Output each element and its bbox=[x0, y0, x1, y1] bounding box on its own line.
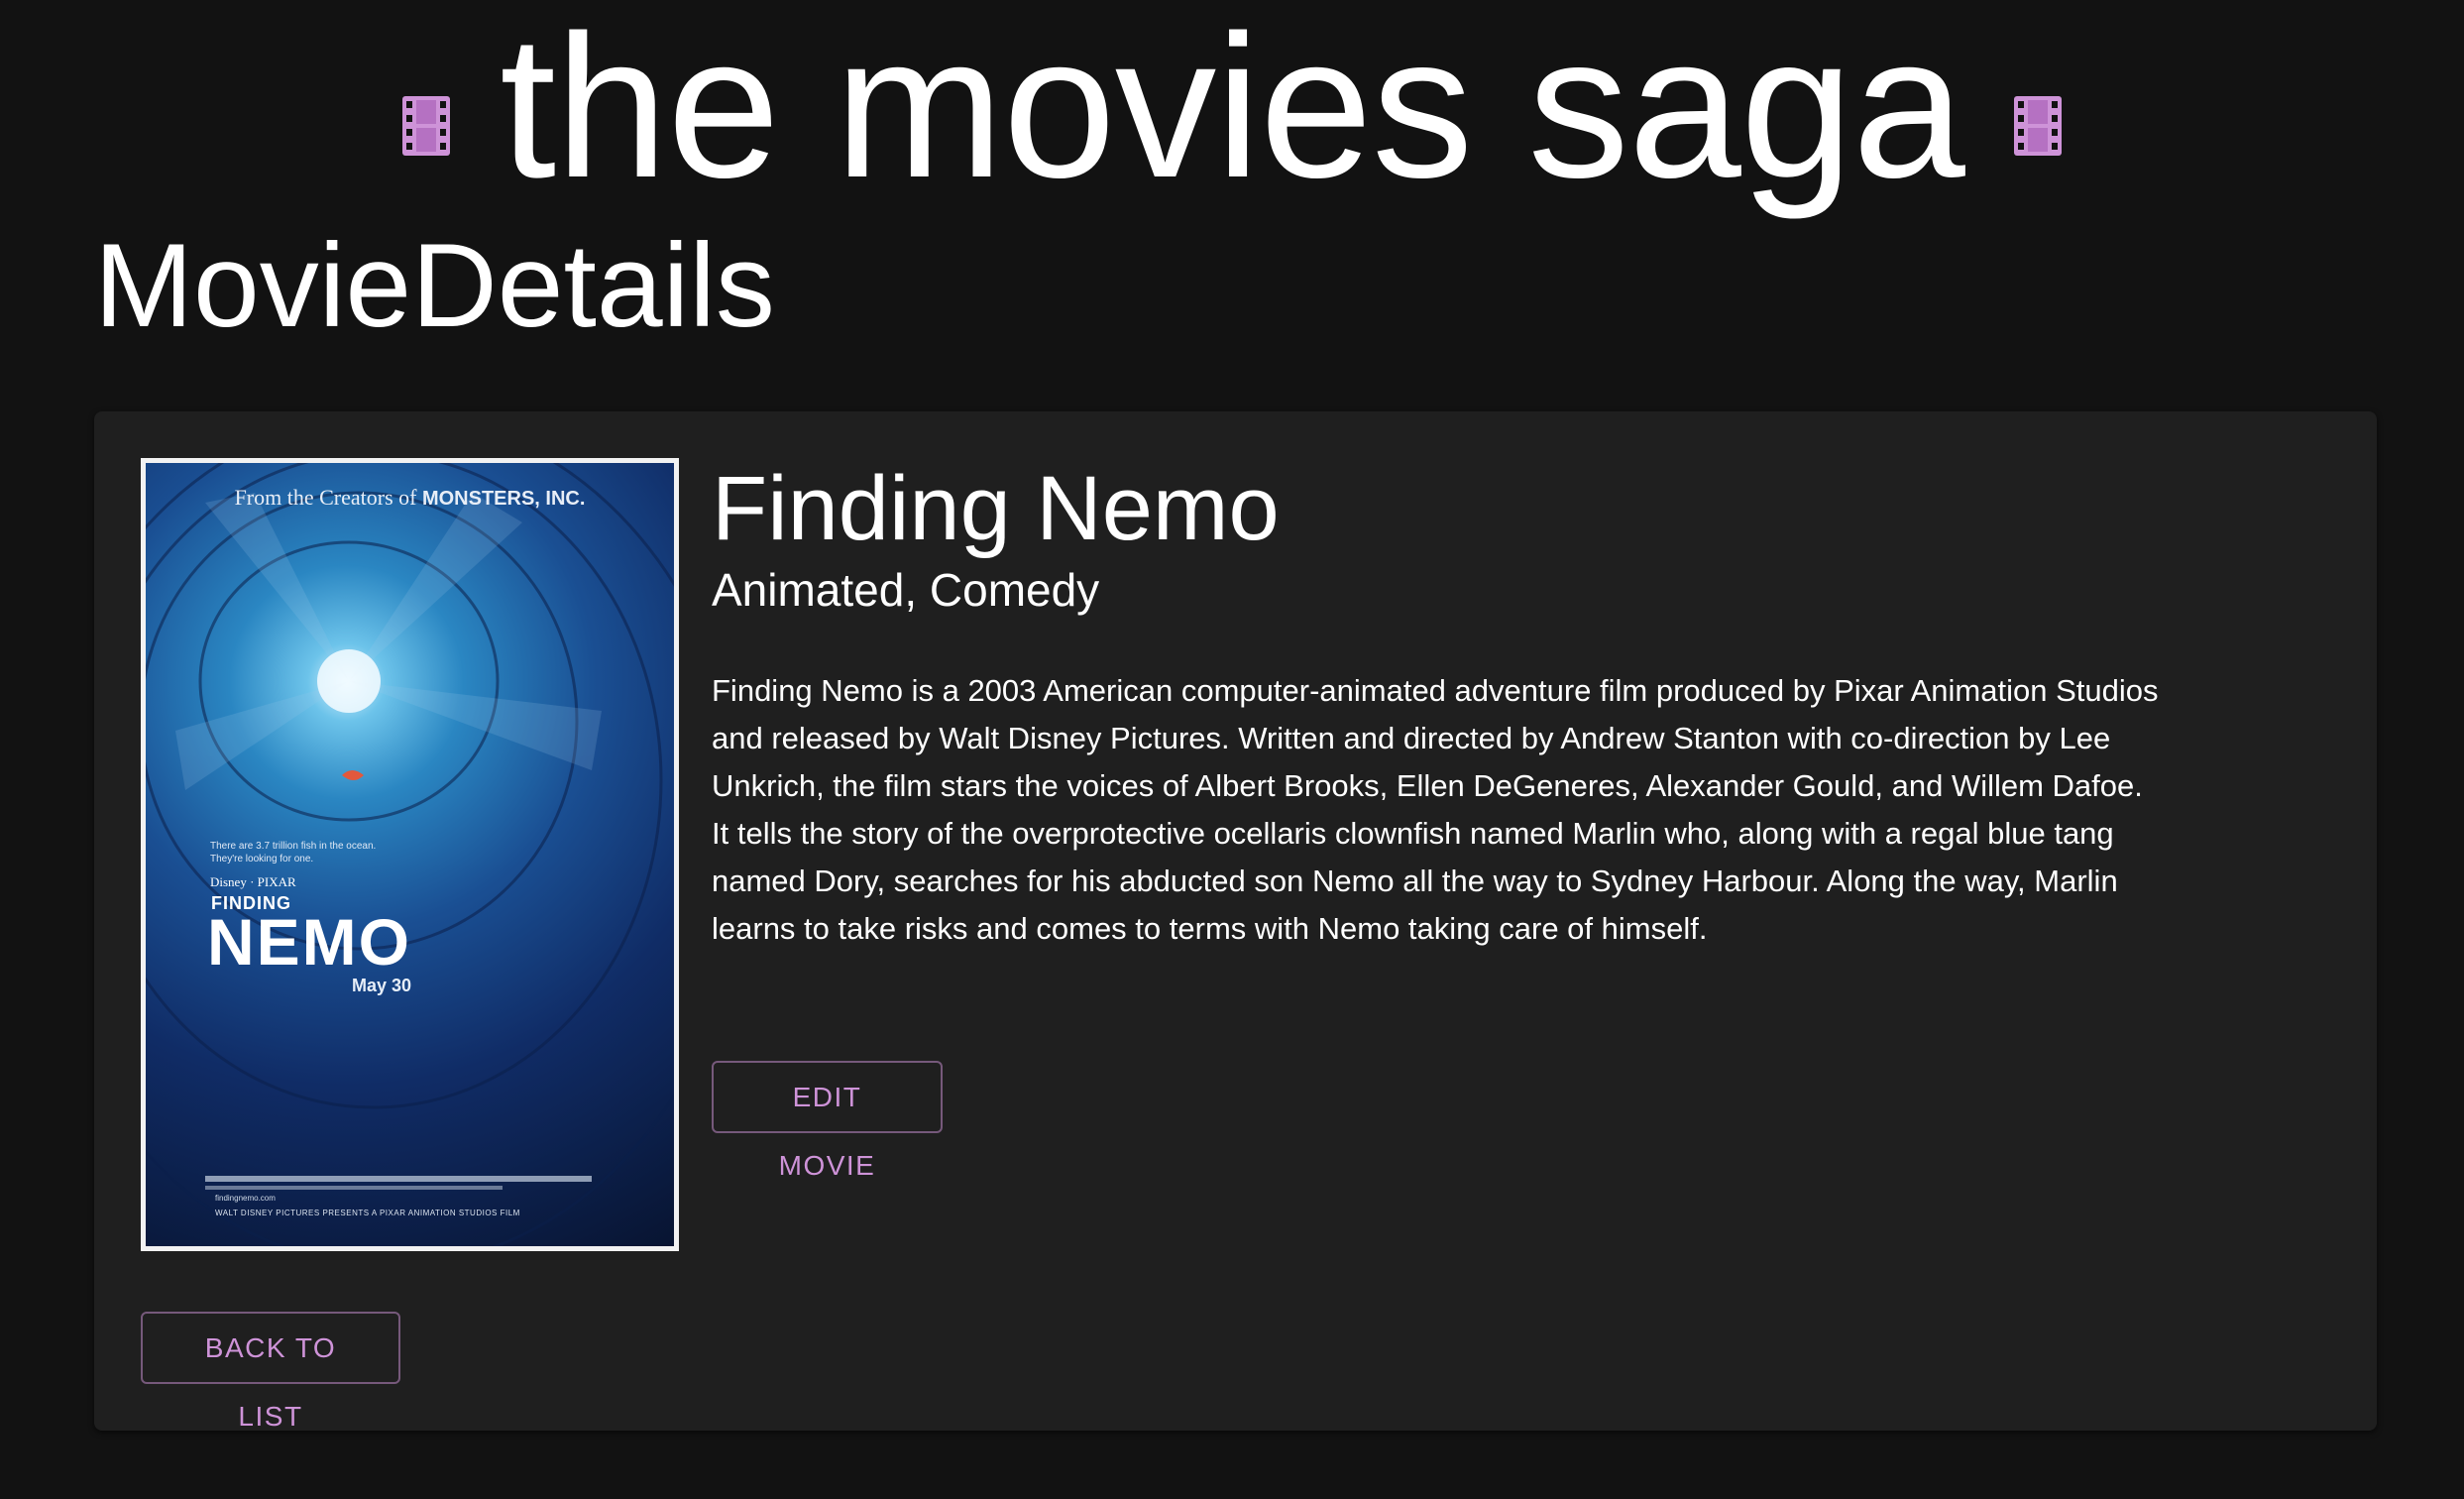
back-to-list-button[interactable]: BACK TO LIST bbox=[141, 1312, 400, 1432]
movie-details-card: From the Creators of MONSTERS, INC. Ther… bbox=[94, 411, 2377, 1432]
movie-poster: From the Creators of MONSTERS, INC. Ther… bbox=[141, 458, 679, 1251]
film-icon bbox=[402, 95, 451, 156]
site-header: the movies saga bbox=[0, 0, 2464, 213]
movie-title: Finding Nemo bbox=[712, 458, 1280, 559]
film-icon bbox=[2013, 95, 2062, 156]
poster-url: findingnemo.com bbox=[215, 1194, 276, 1203]
page-title: MovieDetails bbox=[94, 219, 775, 352]
site-title[interactable]: the movies saga bbox=[500, 5, 1965, 208]
movie-description: Finding Nemo is a 2003 American computer… bbox=[712, 673, 2159, 947]
poster-studio: Disney · PIXAR bbox=[210, 874, 296, 889]
poster-tagline: There are 3.7 trillion fish in the ocean… bbox=[210, 841, 377, 865]
movie-info: Finding Nemo Animated, Comedy Finding Ne… bbox=[712, 458, 2208, 953]
poster-credits: WALT DISNEY PICTURES PRESENTS A PIXAR AN… bbox=[215, 1209, 520, 1217]
edit-movie-button[interactable]: EDIT MOVIE bbox=[712, 1061, 943, 1181]
poster-logo: NEMO bbox=[207, 905, 411, 979]
movie-genres: Animated, Comedy bbox=[712, 564, 1100, 617]
poster-tagline-top: From the Creators of MONSTERS, INC. bbox=[234, 485, 586, 510]
poster-release-date: May 30 bbox=[352, 976, 412, 995]
